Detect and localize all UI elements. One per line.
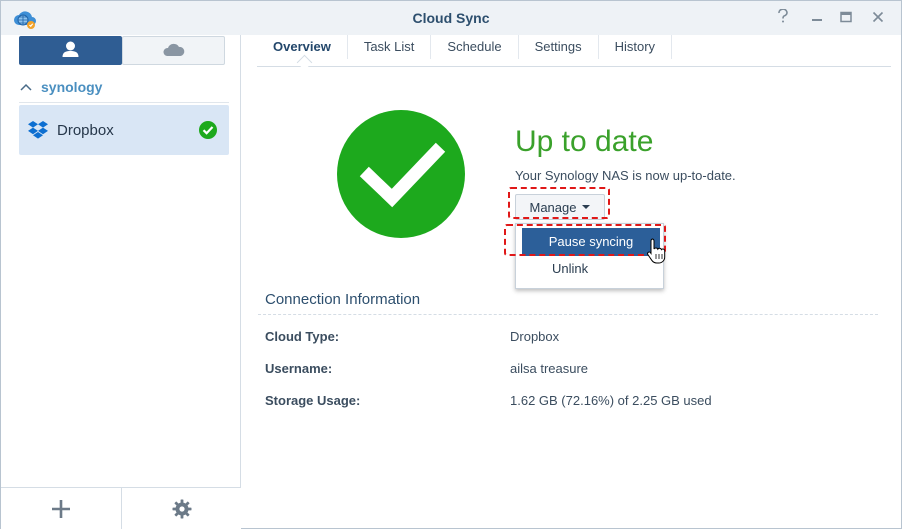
user-tab-button[interactable]: [19, 36, 122, 65]
cloud-type-value: Dropbox: [510, 329, 560, 344]
status-title: Up to date: [515, 125, 654, 158]
tab-overview[interactable]: Overview: [257, 35, 348, 59]
status-description: Your Synology NAS is now up-to-date.: [515, 168, 736, 183]
group-divider: [19, 102, 229, 103]
tab-schedule[interactable]: Schedule: [431, 35, 519, 59]
tab-bar: Overview Task List Schedule Settings His…: [257, 35, 891, 67]
pause-annotation-highlight: [504, 224, 666, 256]
dropbox-icon: [28, 121, 48, 139]
maximize-icon[interactable]: [835, 7, 857, 29]
checkmark-icon: [359, 142, 446, 208]
window-title: Cloud Sync: [412, 10, 490, 26]
account-group-label: synology: [41, 79, 103, 95]
menu-item-unlink[interactable]: Unlink: [552, 261, 588, 276]
storage-usage-value: 1.62 GB (72.16%) of 2.25 GB used: [510, 393, 712, 408]
username-label: Username:: [265, 361, 333, 376]
pointer-cursor-icon: [647, 238, 666, 264]
check-badge-icon: [199, 121, 217, 139]
account-group-header[interactable]: synology: [19, 77, 102, 97]
connection-info-title: Connection Information: [265, 291, 421, 308]
add-icon: [52, 500, 70, 518]
tab-settings[interactable]: Settings: [519, 35, 599, 59]
tab-history[interactable]: History: [599, 35, 673, 59]
minimize-icon[interactable]: [806, 7, 828, 29]
add-account-button[interactable]: [1, 488, 121, 529]
title-bar: Cloud Sync: [1, 1, 901, 35]
cloud-sync-window: Cloud Sync synology Dropbox Overview Tas…: [0, 0, 902, 529]
sidebar-footer: [1, 487, 241, 529]
status-indicator: [337, 110, 465, 238]
user-icon: [62, 41, 79, 57]
cloud-tab-button[interactable]: [122, 36, 225, 65]
cloud-icon: [163, 43, 185, 56]
settings-button[interactable]: [122, 488, 242, 529]
tab-task-list[interactable]: Task List: [348, 35, 432, 59]
username-value: ailsa treasure: [510, 361, 589, 376]
gear-icon: [172, 499, 192, 519]
sidebar-item-dropbox[interactable]: Dropbox: [19, 105, 229, 155]
help-icon[interactable]: [772, 7, 794, 29]
storage-usage-label: Storage Usage:: [265, 393, 361, 408]
close-icon[interactable]: [867, 7, 889, 29]
manage-annotation-highlight: [508, 187, 610, 219]
section-divider: [258, 314, 878, 315]
chevron-up-icon: [20, 83, 32, 91]
cloud-type-label: Cloud Type:: [265, 329, 340, 344]
sidebar: synology Dropbox: [1, 35, 241, 529]
account-label: Dropbox: [57, 121, 114, 139]
